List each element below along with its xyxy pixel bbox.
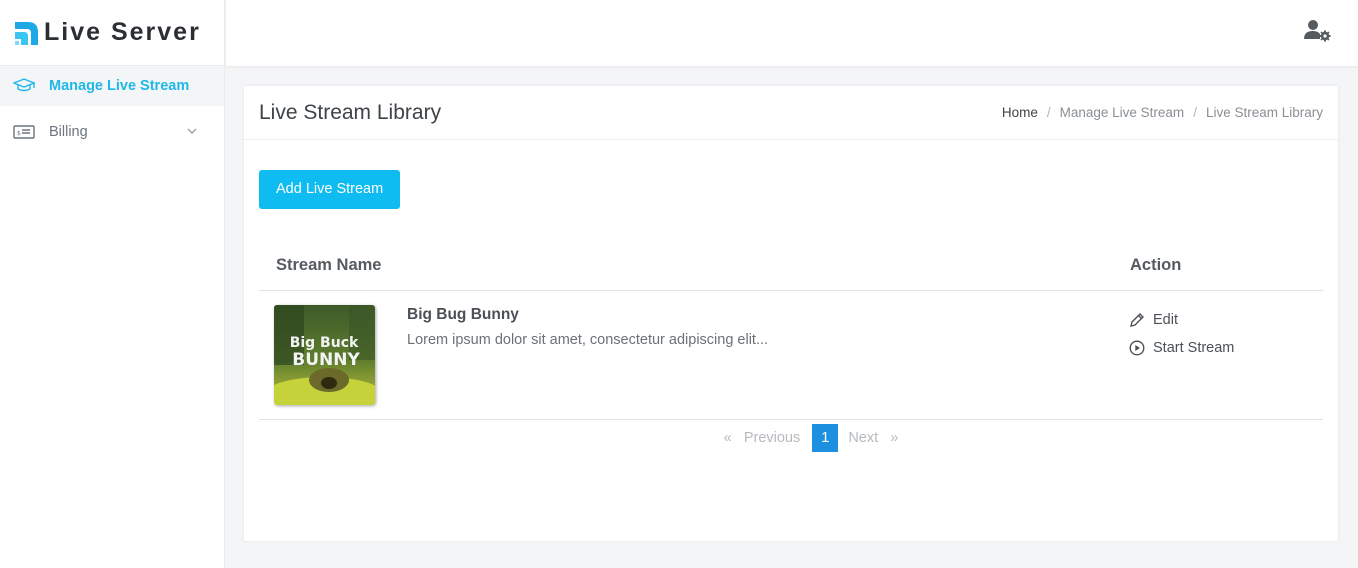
sidebar: Live Server Manage Live Stream $ Billing — [0, 0, 225, 568]
card-body: Add Live Stream Stream Name Action Big B… — [244, 140, 1338, 452]
column-header-stream-name: Stream Name — [259, 241, 1117, 291]
pagination: « Previous 1 Next » — [299, 423, 1323, 452]
start-stream-label: Start Stream — [1153, 339, 1235, 356]
pencil-icon — [1130, 312, 1144, 327]
stream-table: Stream Name Action Big Buck BUNNY Big Bu… — [259, 241, 1323, 420]
sidebar-item-label: Manage Live Stream — [49, 78, 190, 94]
next-label: Next — [848, 429, 879, 446]
graduation-cap-icon — [12, 77, 36, 95]
pagination-previous[interactable]: « Previous — [718, 424, 807, 452]
chevron-down-icon — [187, 128, 197, 134]
add-live-stream-button[interactable]: Add Live Stream — [259, 170, 401, 209]
stream-description: Lorem ipsum dolor sit amet, consectetur … — [407, 331, 769, 348]
sidebar-nav: Manage Live Stream $ Billing — [0, 66, 224, 152]
start-stream-link[interactable]: Start Stream — [1129, 338, 1323, 358]
breadcrumb-manage-live-stream[interactable]: Manage Live Stream — [1060, 105, 1185, 120]
breadcrumb-current: Live Stream Library — [1205, 105, 1323, 120]
breadcrumb-home[interactable]: Home — [1002, 105, 1038, 120]
card-header: Live Stream Library Home / Manage Live S… — [244, 86, 1338, 140]
stream-actions: Edit Start Stream — [1117, 291, 1323, 358]
edit-stream-link[interactable]: Edit — [1129, 310, 1323, 330]
sidebar-item-manage-live-stream[interactable]: Manage Live Stream — [0, 66, 224, 106]
library-card: Live Stream Library Home / Manage Live S… — [244, 86, 1338, 541]
double-chevron-right-icon: » — [890, 429, 899, 446]
brand[interactable]: Live Server — [0, 0, 224, 66]
stream-name: Big Bug Bunny — [407, 305, 519, 323]
edit-label: Edit — [1153, 311, 1178, 328]
table-row: Big Buck BUNNY Big Bug Bunny Lorem ipsum… — [259, 290, 1323, 420]
sidebar-item-billing[interactable]: $ Billing — [0, 112, 224, 152]
sidebar-item-label: Billing — [49, 124, 88, 140]
ticket-icon: $ — [12, 123, 36, 141]
pagination-page-1[interactable]: 1 — [812, 423, 839, 452]
column-header-action: Action — [1117, 241, 1323, 291]
pagination-next[interactable]: Next » — [842, 424, 904, 452]
breadcrumb-separator: / — [1193, 105, 1197, 120]
brand-logo-icon — [15, 21, 38, 45]
topbar — [226, 0, 1358, 66]
stream-thumbnail[interactable]: Big Buck BUNNY — [274, 304, 375, 405]
stream-cell: Big Buck BUNNY Big Bug Bunny Lorem ipsum… — [259, 291, 1117, 405]
breadcrumb: Home / Manage Live Stream / Live Stream … — [1002, 105, 1323, 120]
svg-text:$: $ — [17, 130, 21, 137]
stream-info: Big Bug Bunny Lorem ipsum dolor sit amet… — [407, 305, 768, 405]
table-header-row: Stream Name Action — [259, 241, 1323, 291]
brand-name: Live Server — [44, 18, 201, 46]
thumbnail-title-line2: BUNNY — [292, 350, 360, 370]
page-title: Live Stream Library — [259, 100, 442, 124]
thumbnail-title-line1: Big Buck — [290, 335, 359, 351]
breadcrumb-separator: / — [1046, 105, 1051, 120]
play-circle-icon — [1129, 339, 1145, 356]
user-settings-icon[interactable] — [1304, 19, 1332, 43]
double-chevron-left-icon: « — [723, 429, 732, 446]
previous-label: Previous — [743, 429, 801, 446]
